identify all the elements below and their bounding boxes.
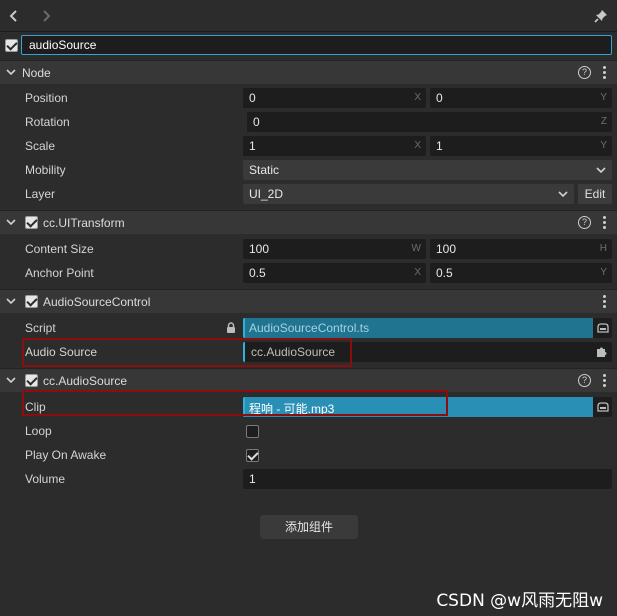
audiosourcecontrol-enabled-checkbox[interactable] bbox=[25, 295, 38, 308]
mobility-select[interactable]: Static bbox=[243, 160, 612, 180]
x-axis-label: X bbox=[414, 267, 421, 278]
collapse-arrow-icon[interactable] bbox=[6, 67, 16, 77]
content-width-input[interactable]: 100 W bbox=[243, 239, 426, 259]
collapse-arrow-icon[interactable] bbox=[6, 375, 16, 385]
y-axis-label: Y bbox=[600, 140, 607, 151]
layer-label: Layer bbox=[25, 187, 56, 201]
layer-select[interactable]: UI_2D bbox=[243, 184, 574, 204]
content-size-row: Content Size 100 W 100 H bbox=[0, 237, 617, 261]
audiosource-enabled-checkbox[interactable] bbox=[25, 374, 38, 387]
scale-row: Scale 1X 1Y bbox=[0, 134, 617, 158]
layer-row: Layer UI_2D Edit bbox=[0, 182, 617, 206]
section-title: AudioSourceControl bbox=[43, 295, 151, 309]
back-icon[interactable] bbox=[6, 7, 22, 25]
section-title: cc.UITransform bbox=[43, 216, 125, 230]
volume-row: Volume 1 bbox=[0, 467, 617, 491]
asset-browse-icon[interactable] bbox=[597, 402, 609, 412]
section-header-audiosourcecontrol[interactable]: AudioSourceControl bbox=[0, 289, 617, 313]
node-name-bar: audioSource bbox=[0, 33, 617, 59]
highlight-box-audio-source bbox=[22, 338, 352, 367]
scale-label: Scale bbox=[25, 139, 56, 153]
content-size-label: Content Size bbox=[25, 242, 94, 256]
y-axis-label: Y bbox=[600, 92, 607, 103]
position-label: Position bbox=[25, 91, 68, 105]
section-header-audiosource[interactable]: cc.AudioSource ? bbox=[0, 368, 617, 392]
rotation-label: Rotation bbox=[25, 115, 70, 129]
rotation-z-input[interactable]: 0Z bbox=[247, 112, 612, 132]
script-row: Script AudioSourceControl.ts bbox=[0, 316, 617, 340]
section-title: Node bbox=[22, 66, 51, 80]
y-axis-label: Y bbox=[600, 267, 607, 278]
volume-input[interactable]: 1 bbox=[243, 469, 612, 489]
section-header-node[interactable]: Node ? bbox=[0, 60, 617, 84]
layer-edit-button[interactable]: Edit bbox=[578, 184, 612, 204]
x-axis-label: X bbox=[414, 140, 421, 151]
z-axis-label: Z bbox=[600, 116, 607, 127]
position-x-input[interactable]: 0X bbox=[243, 88, 426, 108]
anchor-point-label: Anchor Point bbox=[25, 266, 94, 280]
content-height-input[interactable]: 100 H bbox=[430, 239, 612, 259]
section-header-uitransform[interactable]: cc.UITransform ? bbox=[0, 210, 617, 234]
x-axis-label: X bbox=[414, 92, 421, 103]
volume-label: Volume bbox=[25, 472, 66, 486]
help-icon[interactable]: ? bbox=[578, 66, 591, 79]
play-on-awake-checkbox[interactable] bbox=[246, 449, 259, 462]
loop-row: Loop bbox=[0, 419, 617, 443]
anchor-x-input[interactable]: 0.5 X bbox=[243, 263, 426, 283]
node-name-input[interactable]: audioSource bbox=[21, 35, 612, 55]
collapse-arrow-icon[interactable] bbox=[6, 296, 16, 306]
script-asset-field[interactable]: AudioSourceControl.ts bbox=[243, 318, 612, 338]
pin-icon[interactable] bbox=[593, 8, 609, 24]
asset-browse-icon[interactable] bbox=[597, 323, 609, 333]
watermark-text: CSDN @w风雨无阻w bbox=[436, 591, 603, 611]
mobility-label: Mobility bbox=[25, 163, 66, 177]
play-on-awake-label: Play On Awake bbox=[25, 448, 107, 462]
node-active-checkbox[interactable] bbox=[5, 39, 18, 52]
chevron-down-icon bbox=[596, 167, 606, 174]
lock-icon bbox=[227, 322, 235, 333]
help-icon[interactable]: ? bbox=[578, 374, 591, 387]
anchor-y-input[interactable]: 0.5 Y bbox=[430, 263, 612, 283]
loop-checkbox[interactable] bbox=[246, 425, 259, 438]
rotation-row: Rotation 0Z bbox=[0, 110, 617, 134]
add-component-button[interactable]: 添加组件 bbox=[260, 515, 358, 539]
script-label: Script bbox=[25, 321, 56, 335]
component-puzzle-icon[interactable] bbox=[595, 346, 607, 358]
collapse-arrow-icon[interactable] bbox=[6, 217, 16, 227]
more-options-icon[interactable] bbox=[603, 65, 607, 79]
inspector-toolbar bbox=[0, 0, 617, 32]
mobility-row: Mobility Static bbox=[0, 158, 617, 182]
w-axis-label: W bbox=[411, 243, 421, 254]
anchor-point-row: Anchor Point 0.5 X 0.5 Y bbox=[0, 261, 617, 285]
more-options-icon[interactable] bbox=[603, 215, 607, 229]
section-title: cc.AudioSource bbox=[43, 374, 128, 388]
scale-x-input[interactable]: 1X bbox=[243, 136, 426, 156]
uitransform-enabled-checkbox[interactable] bbox=[25, 216, 38, 229]
chevron-down-icon bbox=[558, 191, 568, 198]
play-on-awake-row: Play On Awake bbox=[0, 443, 617, 467]
h-axis-label: H bbox=[599, 243, 607, 254]
loop-label: Loop bbox=[25, 424, 52, 438]
forward-icon[interactable] bbox=[38, 7, 54, 25]
position-y-input[interactable]: 0Y bbox=[430, 88, 612, 108]
position-row: Position 0X 0Y bbox=[0, 86, 617, 110]
scale-y-input[interactable]: 1Y bbox=[430, 136, 612, 156]
more-options-icon[interactable] bbox=[603, 373, 607, 387]
highlight-box-clip bbox=[22, 390, 448, 416]
more-options-icon[interactable] bbox=[603, 294, 607, 308]
help-icon[interactable]: ? bbox=[578, 216, 591, 229]
